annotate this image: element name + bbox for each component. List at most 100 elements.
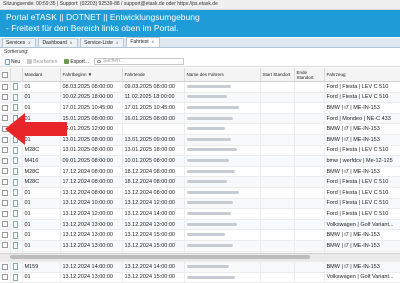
cell-fahrer-redacted [184,219,261,231]
select-all-checkbox[interactable] [0,68,11,82]
cell-start-standort [260,155,295,167]
document-icon[interactable] [10,272,23,283]
table-row[interactable]: 01 13.12.2024 12:00:00 13.12.2024 14:00:00… [0,208,400,220]
cell-fahrtbeginn: 08.03.2025 08:00:00 [60,81,123,93]
row-checkbox[interactable] [0,219,11,231]
cell-ende-standort [294,81,325,93]
cell-fahrer-redacted [184,176,261,188]
row-checkbox[interactable] [0,240,11,252]
row-checkbox[interactable] [0,187,11,199]
document-icon[interactable] [10,176,23,188]
column-header-mandant[interactable]: Mandant [22,68,61,82]
tab-services[interactable]: Services x [2,38,37,47]
row-checkbox[interactable] [0,208,11,220]
row-checkbox[interactable] [0,229,11,241]
row-checkbox[interactable] [0,81,11,93]
cell-ende-standort [294,145,325,157]
cell-mandant: M28C [22,166,61,178]
document-icon[interactable] [10,166,23,178]
export-icon [64,59,70,64]
table-row[interactable]: M159 13.12.2024 14:00:00 13.12.2024 14:00:… [0,261,400,273]
table-row[interactable]: M28C 17.12.2024 08:00:00 18.12.2024 08:00:… [0,176,400,188]
cell-start-standort [260,219,295,231]
cell-fahrtende [122,123,185,135]
search-placeholder: Suchen... [103,58,125,64]
cell-start-standort [260,272,295,283]
table-row[interactable]: 01 13.12.2024 08:00:00 13.12.2024 08:00:00… [0,187,400,199]
row-checkbox[interactable] [0,272,11,283]
column-header-fahrtende[interactable]: Fahrtende [122,68,185,82]
column-header-fahrer[interactable]: Name des Fahrers [184,68,261,82]
close-icon[interactable]: x [152,39,154,44]
table-row[interactable]: 01 13.12.2024 13:00:00 13.12.2024 13:00:00… [0,219,400,231]
new-button[interactable]: Neu [3,58,22,66]
column-header-ende-standort[interactable]: Ende Standort [294,68,325,82]
cell-fahrtbeginn: 13.12.2024 08:00:00 [60,187,123,199]
cell-fahrzeug: BMW | i7 | ME-IN-153 [324,166,400,178]
cell-fahrtende: 13.01.2025 18:00:00 [122,145,185,157]
table-row[interactable]: 01 13.12.2024 13:00:00 13.12.2024 15:00:00… [0,272,400,283]
cell-fahrtbeginn: 13.12.2024 10:00:00 [60,198,123,210]
document-icon[interactable] [10,155,23,167]
column-header-start-standort[interactable]: Start Standort [260,68,295,82]
cell-fahrzeug: Ford | Fiesta | LEV C 510 [324,81,400,93]
tab-service-liste[interactable]: Service-Liste x [80,38,125,47]
table-row[interactable]: 01 13.12.2024 13:00:00 13.12.2024 15:00:00… [0,240,400,252]
cell-fahrer-redacted [184,229,261,241]
table-row[interactable]: M28C 17.12.2024 08:00:00 18.12.2024 08:00:… [0,166,400,178]
new-document-icon [5,58,10,65]
cell-start-standort [260,261,295,273]
cell-fahrtbeginn: 09.01.2025 08:00:00 [60,155,123,167]
cell-ende-standort [294,198,325,210]
cell-ende-standort [294,208,325,220]
scrollbar-thumb[interactable] [10,255,310,259]
cell-fahrtende: 17.01.2025 10:45:00 [122,102,185,114]
document-icon[interactable] [10,261,23,273]
column-header-fahrzeug[interactable]: Fahrzeug [324,68,400,82]
cell-fahrzeug: BMW | i7 | ME-IN-153 [324,229,400,241]
cell-start-standort [260,134,295,146]
row-checkbox[interactable] [0,155,11,167]
annotation-arrow-icon [5,113,67,145]
document-icon[interactable] [10,81,23,93]
close-icon[interactable]: x [28,40,30,45]
table-row[interactable]: 01 10.02.2025 18:00:00 11.02.2025 18:00:00… [0,92,400,104]
cell-ende-standort [294,155,325,167]
cell-start-standort [260,176,295,188]
search-icon [97,60,101,63]
close-icon[interactable]: x [70,40,72,45]
document-icon[interactable] [10,198,23,210]
document-icon[interactable] [10,229,23,241]
cell-fahrtbeginn: 14.01.2025 12:00:00 [60,123,123,135]
table-row[interactable]: 01 13.12.2024 13:00:00 13.12.2024 15:00:00… [0,229,400,241]
cell-fahrzeug: Ford | Fiesta | LEV C 510 [324,145,400,157]
cell-fahrtbeginn: 10.02.2025 18:00:00 [60,92,123,104]
table-row[interactable]: 01 08.03.2025 08:00:00 09.03.2025 08:00:00… [0,81,400,93]
cell-fahrer-redacted [184,240,261,252]
document-icon[interactable] [10,187,23,199]
cell-fahrtende: 13.12.2024 08:00:00 [122,187,185,199]
row-checkbox[interactable] [0,198,11,210]
table-row[interactable]: M416 09.01.2025 08:00:00 10.01.2025 08:00:… [0,155,400,167]
row-checkbox[interactable] [0,261,11,273]
close-icon[interactable]: x [116,40,118,45]
cell-mandant: 01 [22,229,61,241]
edit-button[interactable]: Bearbeiten [25,58,59,66]
tab-dashboard[interactable]: Dashboard x [38,38,79,47]
row-checkbox[interactable] [0,166,11,178]
column-header-icon [10,68,23,82]
sort-label: Sortierung: [4,49,29,55]
tab-fahrtest[interactable]: Fahrtest x [126,37,160,47]
table-row[interactable]: 01 13.12.2024 10:00:00 13.12.2024 12:00:00… [0,198,400,210]
document-icon[interactable] [10,208,23,220]
cell-ende-standort [294,92,325,104]
search-input[interactable]: Suchen... [94,58,184,65]
export-button[interactable]: Export... [62,58,91,66]
document-icon[interactable] [10,92,23,104]
row-checkbox[interactable] [0,92,11,104]
cell-mandant: M159 [22,261,61,273]
document-icon[interactable] [10,219,23,231]
column-header-fahrtbeginn[interactable]: Fahrtbeginn ▼ [60,68,123,82]
document-icon[interactable] [10,240,23,252]
row-checkbox[interactable] [0,176,11,188]
